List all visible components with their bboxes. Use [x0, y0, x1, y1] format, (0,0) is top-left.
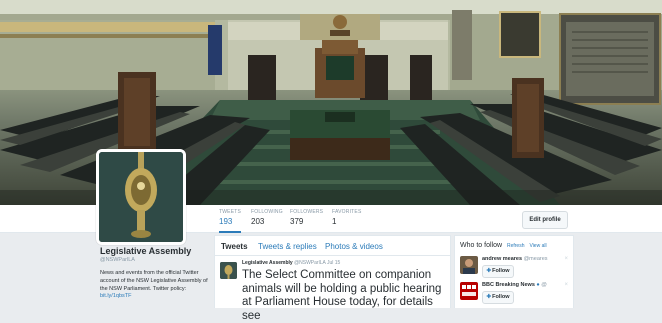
follow-bird-icon: ✚ [486, 294, 492, 300]
who-to-follow-header: Who to follow Refresh View all [460, 242, 547, 249]
who-to-follow-title: Who to follow [460, 242, 503, 249]
refresh-link[interactable]: Refresh [507, 243, 525, 249]
suggestion-name-row[interactable]: BBC Breaking News ● @ [482, 282, 547, 288]
tweet-author-avatar[interactable] [220, 262, 237, 279]
profile-avatar[interactable] [96, 149, 186, 245]
follow-button-label: Follow [492, 268, 510, 274]
dismiss-icon[interactable]: × [564, 282, 568, 288]
suggestion-name: BBC Breaking News [482, 282, 535, 288]
tab-tweets-replies[interactable]: Tweets & replies [258, 242, 317, 251]
user-photo-icon [460, 256, 478, 274]
stat-following-label: FOLLOWING [251, 209, 283, 215]
stat-following[interactable]: FOLLOWING 203 [251, 209, 283, 226]
suggestion-handle: @ [541, 282, 547, 288]
suggestion-avatar[interactable] [460, 256, 478, 274]
suggestion-item: andrew meares @meares ✚Follow × [460, 256, 570, 282]
tweet-author-handle[interactable]: @NSWParlLA [294, 260, 325, 266]
profile-bio: News and events from the official Twitte… [100, 270, 208, 292]
suggestion-name: andrew meares [482, 256, 523, 262]
follow-button-label: Follow [492, 294, 510, 300]
tab-tweets[interactable]: Tweets [221, 242, 248, 251]
profile-handle[interactable]: @NSWParlLA [100, 257, 210, 263]
stat-favorites-value: 1 [332, 217, 337, 226]
suggestion-item: BBC Breaking News ● @ ✚Follow × [460, 282, 570, 308]
follow-bird-icon: ✚ [486, 268, 492, 274]
mace-emblem-icon [99, 152, 183, 242]
verified-badge-icon: ● [536, 282, 540, 288]
suggestion-avatar[interactable] [460, 282, 478, 300]
stat-followers-value: 379 [290, 217, 304, 226]
profile-name[interactable]: Legislative Assembly [100, 246, 210, 256]
stat-tweets-label: TWEETS [219, 209, 242, 215]
profile-bio-link[interactable]: bit.ly/1qbsTF [100, 293, 210, 299]
follow-button[interactable]: ✚Follow [482, 291, 514, 304]
follow-button[interactable]: ✚Follow [482, 265, 514, 278]
who-to-follow-panel: Who to follow Refresh View all andrew me… [454, 235, 574, 308]
suggestion-name-row[interactable]: andrew meares @meares [482, 256, 548, 262]
view-all-link[interactable]: View all [529, 243, 546, 249]
timeline-card: Tweets Tweets & replies Photos & videos … [214, 235, 451, 322]
tweet-timestamp[interactable]: Jul 15 [327, 260, 340, 266]
profile-info: Legislative Assembly @NSWParlLA News and… [100, 246, 210, 299]
mace-emblem-icon [220, 262, 237, 279]
stat-favorites[interactable]: FAVORITES 1 [332, 209, 362, 226]
stat-tweets-value: 193 [219, 217, 233, 226]
stat-followers-label: FOLLOWERS [290, 209, 324, 215]
stat-tweets[interactable]: TWEETS 193 [219, 209, 242, 233]
suggestion-handle: @meares [523, 256, 548, 262]
timeline-tabs: Tweets Tweets & replies Photos & videos [215, 236, 450, 256]
bbc-news-logo-icon [460, 282, 478, 300]
dismiss-icon[interactable]: × [564, 256, 568, 262]
stat-followers[interactable]: FOLLOWERS 379 [290, 209, 323, 226]
tab-photos-videos[interactable]: Photos & videos [325, 242, 383, 251]
tweet-text: The Select Committee on companion animal… [242, 269, 442, 322]
tweet-header: Legislative Assembly @NSWParlLA Jul 15 [242, 260, 340, 266]
tweet-author-name[interactable]: Legislative Assembly [242, 260, 293, 266]
edit-profile-button[interactable]: Edit profile [522, 211, 568, 229]
stat-following-value: 203 [251, 217, 265, 226]
stat-favorites-label: FAVORITES [332, 209, 362, 215]
